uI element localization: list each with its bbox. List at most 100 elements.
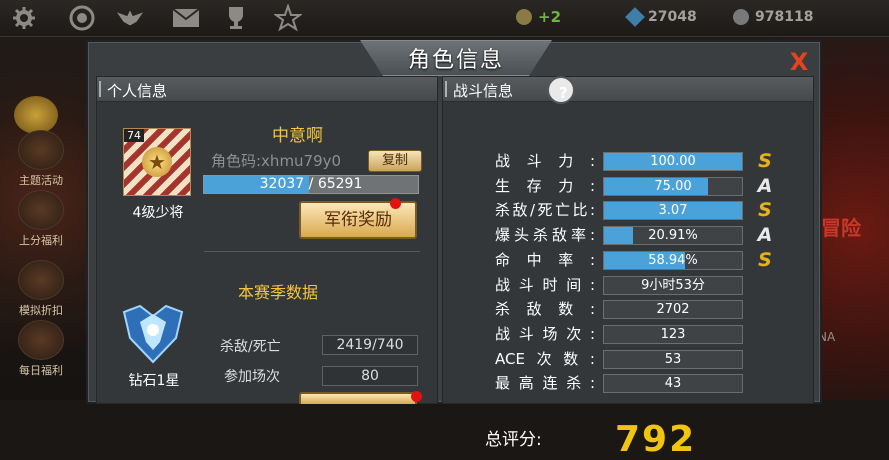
help-button[interactable]: ?: [547, 76, 575, 104]
stat-label: 战斗场次:: [495, 324, 595, 343]
stat-label: 杀敌/死亡比:: [495, 201, 595, 220]
stat-label: 战斗力:: [495, 152, 595, 170]
stat-label: ACE次数:: [495, 349, 595, 368]
header-accent: [445, 81, 447, 97]
stat-value-box: 100.00: [603, 152, 743, 171]
side-menu: 主题活动 上分福利 模拟折扣 每日福利: [0, 40, 80, 400]
grade-badge: A: [757, 224, 773, 247]
stat-value-box: 75.00: [603, 176, 743, 196]
stat-value: 100.00: [650, 154, 696, 169]
gold-resource: +2: [516, 6, 561, 28]
daily-gift-icon: [18, 320, 64, 360]
stat-value: 2702: [656, 302, 690, 318]
grade-badge: S: [758, 150, 772, 172]
exp-text: 32037 / 65291: [259, 176, 363, 192]
stat-label: 爆头杀敌率:: [495, 226, 595, 245]
stat-value-box: 3.07: [603, 201, 743, 221]
stat-label: 生存力:: [495, 176, 595, 195]
avatar[interactable]: 74 ★: [123, 128, 191, 196]
stat-value: 58.94%: [648, 252, 698, 268]
star-emblem-icon[interactable]: [274, 4, 302, 32]
stat-value: 123: [660, 326, 686, 342]
stat-label: 杀敌数:: [495, 300, 595, 319]
side-item-4[interactable]: 每日福利: [14, 320, 68, 378]
diamond-rank-icon: [122, 304, 184, 364]
stat-value: 9小时53分: [641, 277, 705, 293]
close-button[interactable]: X: [786, 50, 812, 74]
battle-info-title: 战斗信息: [453, 82, 514, 100]
rank-up-icon: [18, 190, 64, 230]
notification-dot: [411, 391, 422, 402]
stat-value-box: 43: [603, 374, 743, 394]
stat-label: 最高连杀:: [495, 374, 595, 393]
history-button[interactable]: [299, 392, 417, 404]
wings-badge-icon[interactable]: [116, 4, 144, 32]
discount-icon: [18, 260, 64, 300]
stat-value-box: 9小时53分: [603, 275, 743, 295]
diamond-icon: [625, 7, 645, 27]
trophy-icon[interactable]: [222, 4, 250, 32]
stat-row: 最高连杀: 43: [443, 372, 810, 394]
season-stat-value: 2419/740: [322, 335, 418, 355]
stat-value: 3.07: [658, 203, 688, 219]
gold-badge: +2: [538, 8, 562, 26]
role-code: 角色码:xhmu79y0: [211, 152, 342, 170]
season-stat-value: 80: [322, 366, 418, 386]
exp-total: 65291: [317, 176, 363, 192]
mail-icon[interactable]: [172, 4, 200, 32]
stat-label: 命中率:: [495, 250, 595, 269]
level-badge-icon[interactable]: [14, 96, 58, 134]
battle-info-header: 战斗信息 ?: [443, 76, 813, 104]
stat-value: 43: [664, 376, 682, 392]
stat-value: 53: [664, 351, 682, 367]
level-tag: 74: [124, 129, 144, 142]
side-item-1[interactable]: 主题活动: [14, 130, 68, 188]
rank-name: 4级少将: [132, 205, 184, 221]
grade-badge: S: [758, 248, 772, 271]
notification-dot: [390, 198, 401, 209]
question-icon: ?: [559, 84, 568, 102]
header-accent: [99, 81, 101, 97]
silver-coin-icon: [733, 9, 749, 25]
gear-icon[interactable]: [10, 4, 38, 32]
stat-row: 战斗力: 100.00 S: [443, 150, 810, 172]
season-title: 本赛季数据: [237, 283, 318, 302]
total-score-value: 792: [615, 419, 697, 460]
stat-row: 生存力: 75.00 A: [443, 175, 810, 197]
side-item-3[interactable]: 模拟折扣: [14, 260, 68, 318]
stat-value-box: 20.91%: [603, 226, 743, 246]
stat-row: ACE次数: 53: [443, 348, 810, 370]
season-stat-label: 参加场次: [224, 369, 280, 385]
personal-info-header: 个人信息: [97, 77, 437, 102]
stat-row: 战斗时间: 9小时53分: [443, 274, 810, 296]
season-stat-label: 杀敌/死亡: [220, 339, 281, 355]
rank-star-icon: ★: [142, 147, 172, 177]
close-icon: X: [789, 48, 809, 76]
exp-current: 32037: [259, 176, 305, 192]
gold-coin-icon: [516, 9, 532, 25]
player-name: 中意啊: [272, 126, 323, 146]
grade-badge: A: [757, 174, 773, 197]
diamond-resource: 27048: [625, 6, 697, 28]
side-item-2[interactable]: 上分福利: [14, 190, 68, 248]
stat-row: 战斗场次: 123: [443, 323, 810, 345]
copy-button[interactable]: 复制: [368, 150, 422, 172]
silver-count: 978118: [755, 9, 814, 25]
tier-name: 钻石1星: [128, 373, 180, 389]
silver-resource: 978118: [733, 6, 813, 28]
total-score-label: 总评分:: [485, 430, 542, 450]
personal-info-title: 个人信息: [107, 82, 168, 100]
stat-value: 75.00: [654, 178, 692, 194]
stat-row: 杀敌/死亡比: 3.07 S: [443, 199, 810, 221]
panel-title: 角色信息: [407, 48, 504, 73]
right-edge-banner-text[interactable]: 冒险: [821, 212, 861, 241]
stat-value-box: 2702: [603, 300, 743, 320]
stat-value-box: 58.94%: [603, 250, 743, 270]
battle-info-section: 战斗信息 ? 战斗力: 100.00 S 生存力: 75.00 A 杀敌/死亡比: 3.07 S…: [442, 76, 814, 460]
medal-icon[interactable]: [68, 4, 96, 32]
stat-row: 爆头杀敌率: 20.91% A: [443, 224, 810, 246]
stat-row: 杀敌数: 2702: [443, 298, 810, 320]
stat-value-box: 53: [603, 349, 743, 369]
stat-value-box: 123: [603, 324, 743, 344]
stat-value: 20.91%: [648, 228, 698, 244]
